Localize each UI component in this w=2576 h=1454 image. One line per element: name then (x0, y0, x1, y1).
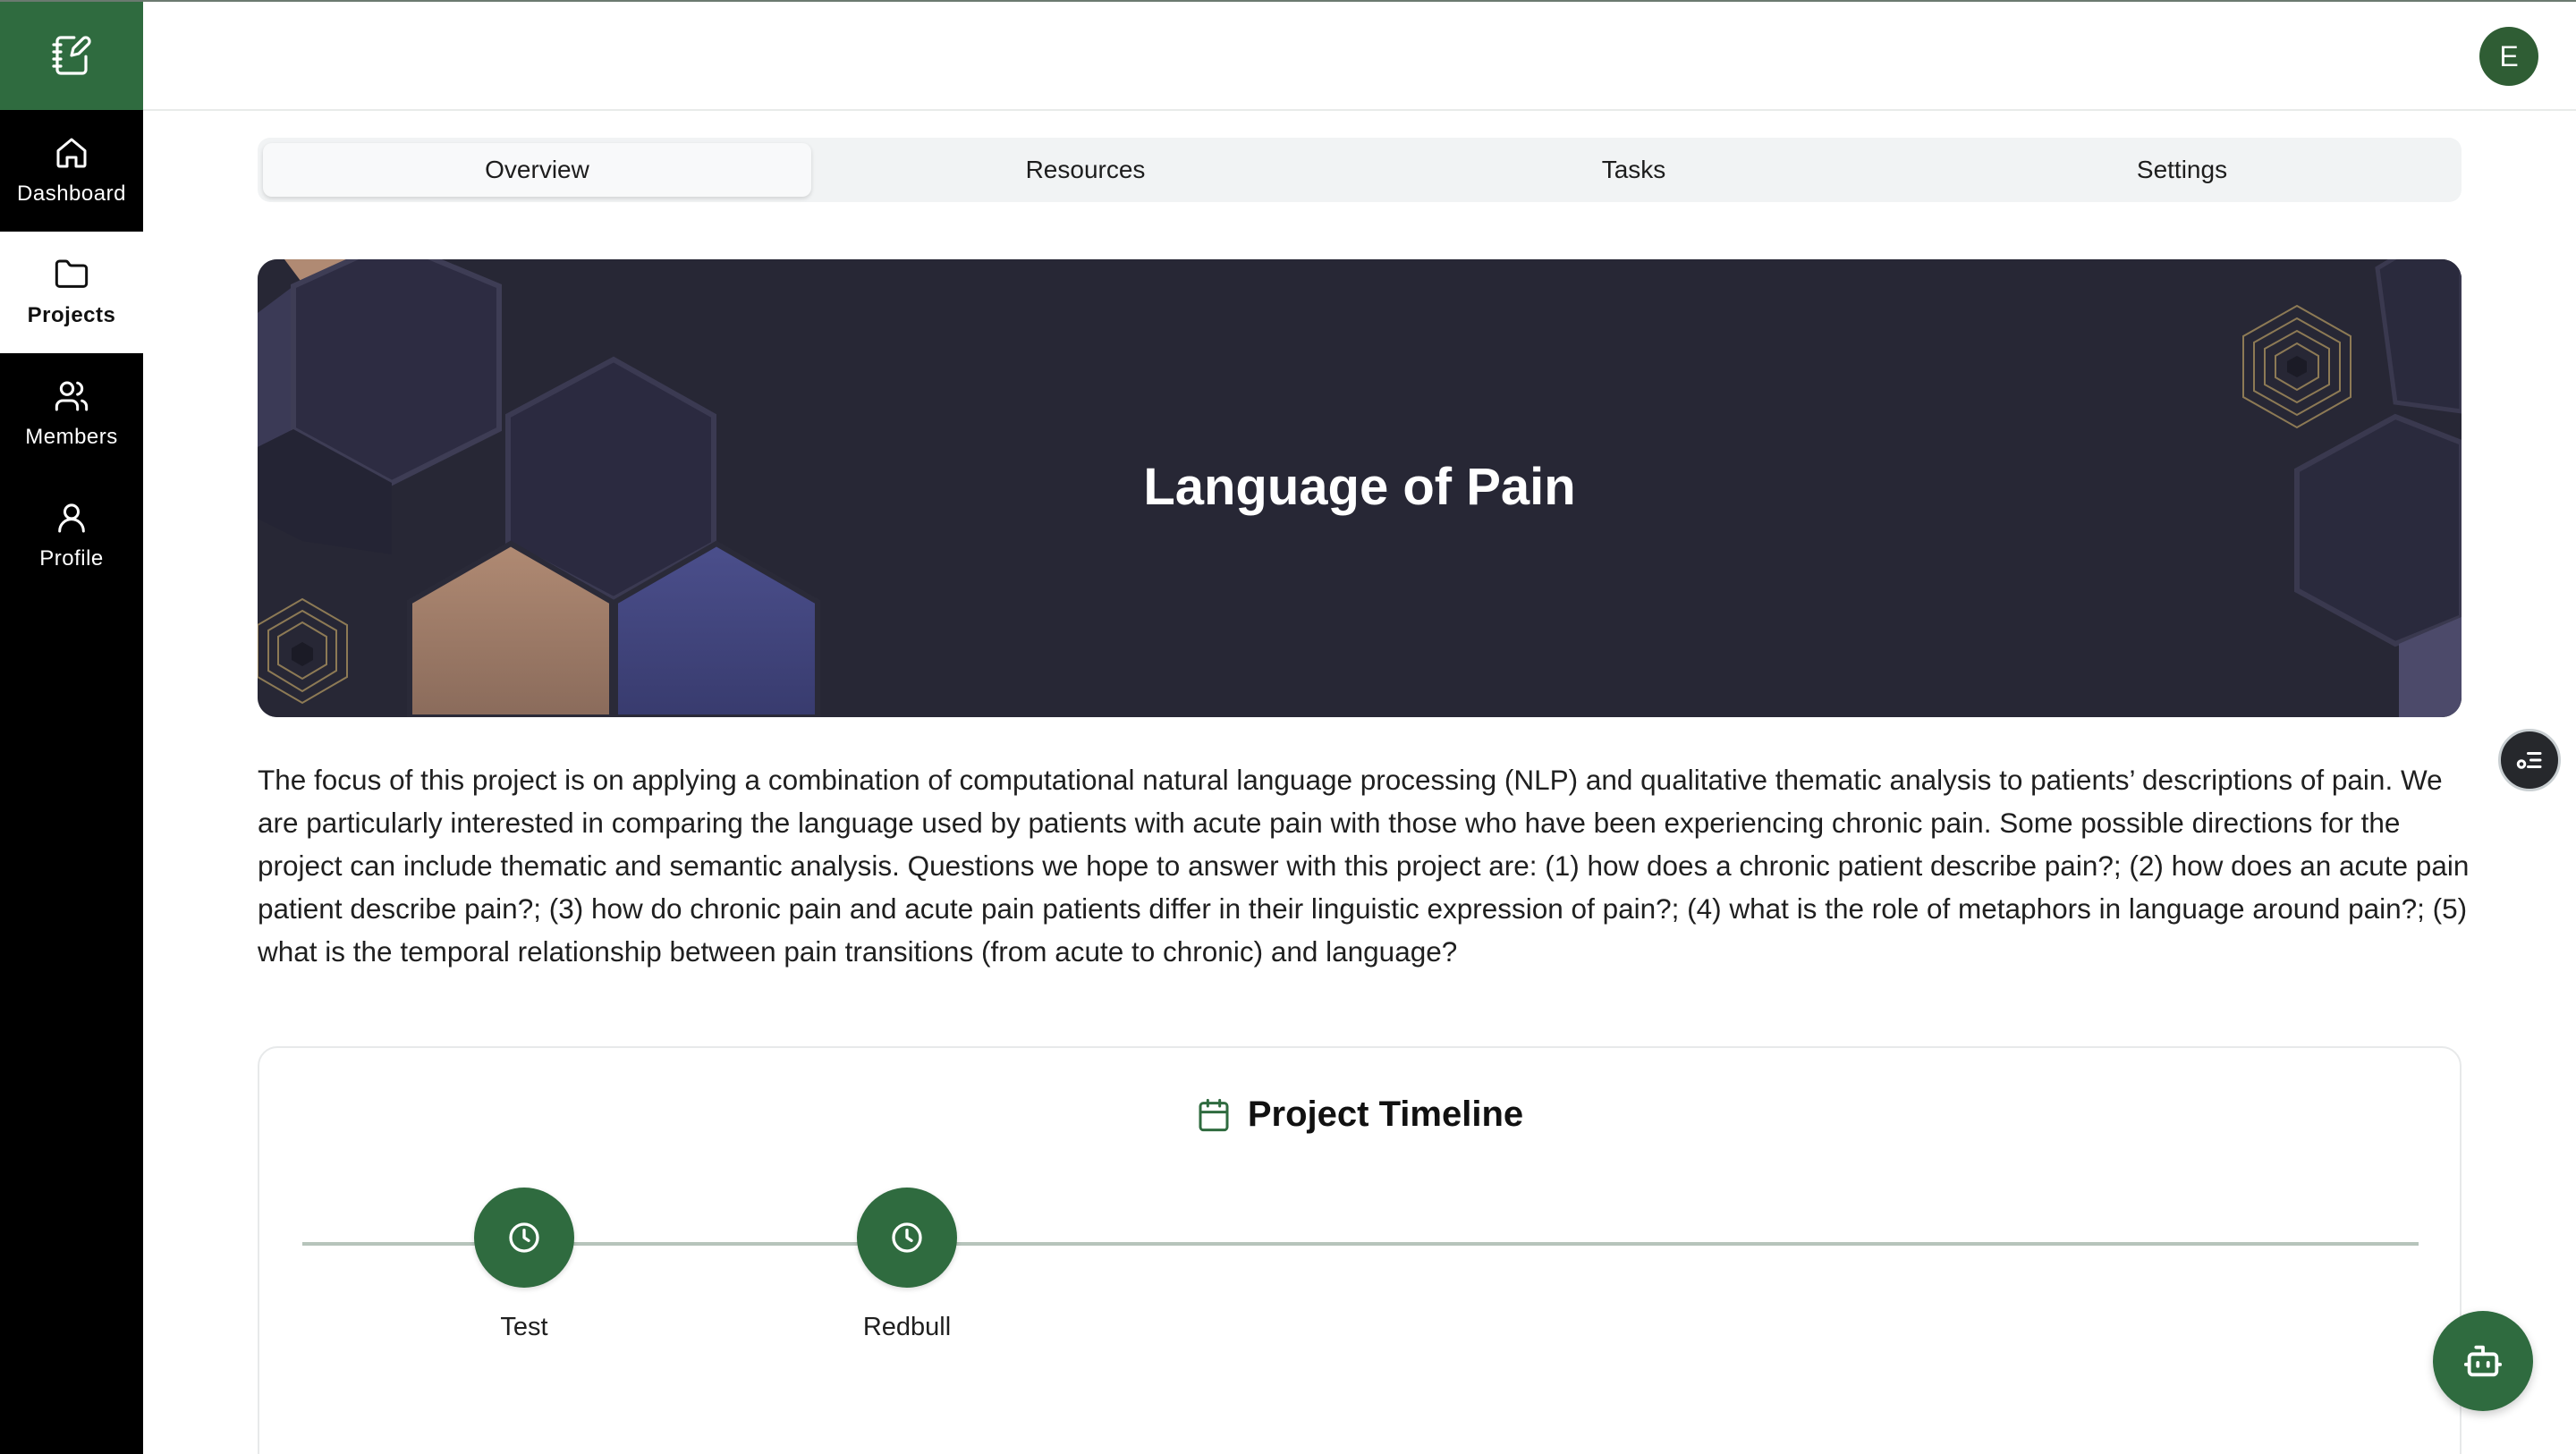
project-description: The focus of this project is on applying… (258, 764, 2470, 968)
project-tabs: Overview Resources Tasks Settings (258, 138, 2462, 202)
tab-settings[interactable]: Settings (1908, 143, 2456, 197)
clock-icon (892, 1222, 922, 1253)
sidebar-item-dashboard[interactable]: Dashboard (0, 110, 143, 232)
milestone-label: Redbull (862, 1313, 952, 1341)
user-avatar[interactable]: E (2479, 27, 2538, 86)
tab-resources[interactable]: Resources (811, 143, 1360, 197)
sidebar-item-label: Dashboard (17, 182, 126, 206)
home-icon (56, 138, 87, 168)
bot-icon (2463, 1345, 2503, 1377)
clock-icon (509, 1222, 539, 1253)
sidebar-item-projects[interactable]: Projects (0, 232, 143, 353)
milestone-label: Test (500, 1313, 548, 1341)
tab-tasks[interactable]: Tasks (1360, 143, 1908, 197)
sidebar-item-label: Members (25, 425, 118, 449)
user-icon (58, 503, 85, 533)
timeline-heading: Project Timeline (259, 1095, 2460, 1135)
timeline-title: Project Timeline (1247, 1095, 1524, 1134)
sidebar: Dashboard Projects Members Profile (0, 0, 143, 1454)
assistant-bot-button[interactable] (2433, 1311, 2533, 1411)
sidebar-item-label: Profile (39, 546, 104, 571)
folder-icon (55, 259, 89, 288)
tab-overview[interactable]: Overview (263, 143, 811, 197)
project-title: Language of Pain (1143, 457, 1576, 516)
timeline-milestone[interactable]: Test (426, 1188, 623, 1342)
sidebar-item-label: Projects (27, 303, 116, 327)
side-panel-toggle-button[interactable] (2498, 729, 2561, 791)
app-logo[interactable] (0, 0, 143, 110)
top-header: E (143, 0, 2576, 111)
project-banner: Language of Pain (258, 259, 2462, 717)
sidebar-item-profile[interactable]: Profile (0, 475, 143, 596)
calendar-icon (1199, 1098, 1229, 1131)
notebook-pen-icon (52, 35, 91, 75)
project-timeline-card: Project Timeline Test Redbull (258, 1046, 2462, 1454)
timeline-milestone[interactable]: Redbull (809, 1188, 1005, 1342)
sidebar-item-members[interactable]: Members (0, 353, 143, 475)
list-toggle-icon (2516, 752, 2542, 769)
milestone-marker[interactable] (857, 1188, 957, 1288)
users-icon (55, 381, 89, 411)
top-border (0, 0, 2576, 2)
milestone-marker[interactable] (474, 1188, 574, 1288)
